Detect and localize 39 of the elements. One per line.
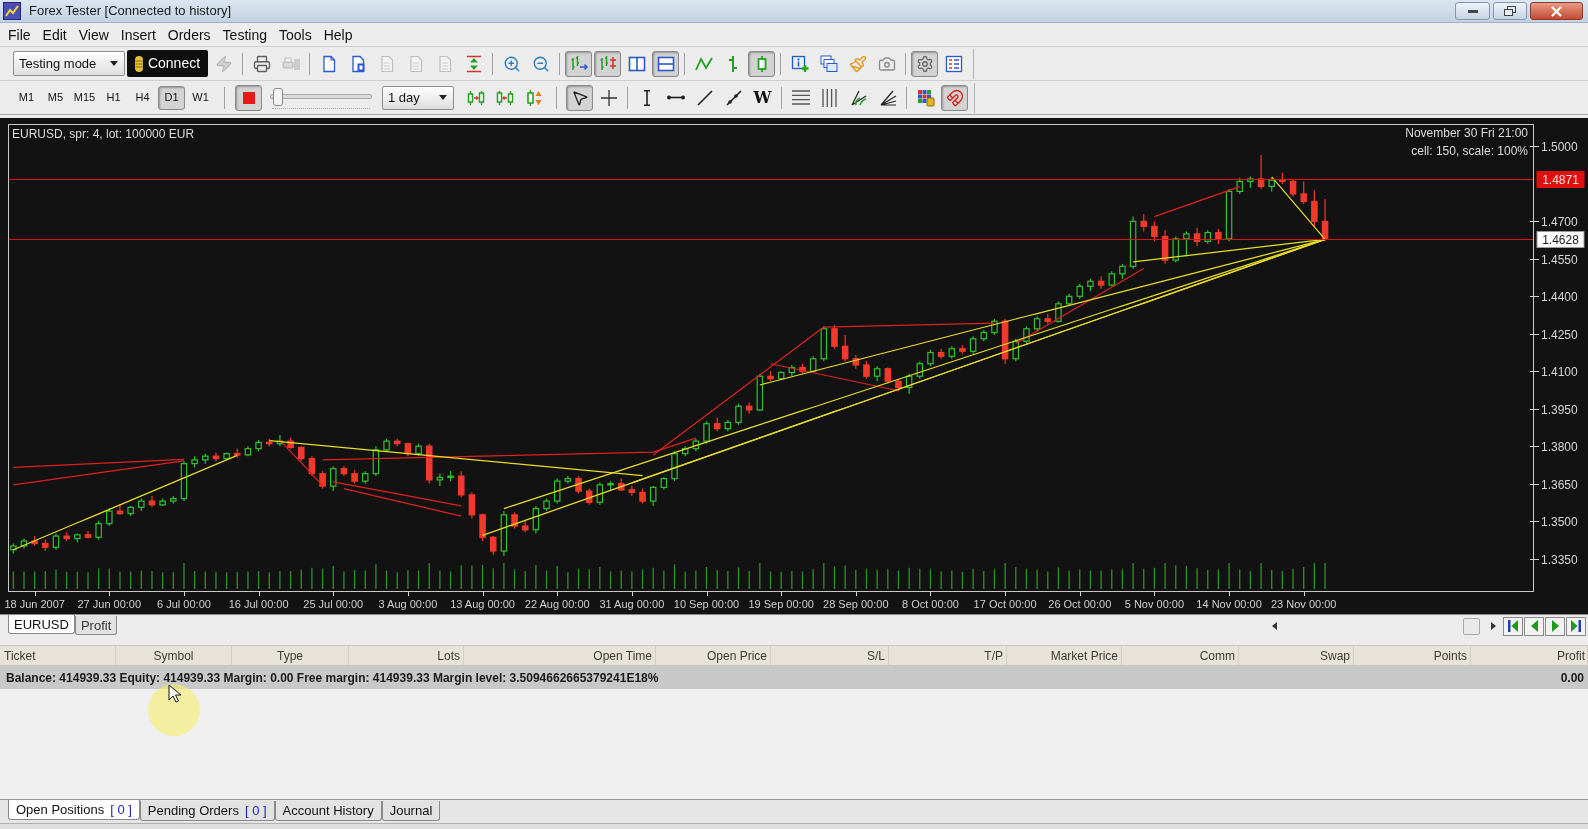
chart-annotation: cell: 150, scale: 100% [1411, 144, 1528, 158]
account-summary: Balance: 414939.33 Equity: 414939.33 Margin: 0.00 Free margin: 414939.33 Margin level: 3.5094662665379241E18% [5, 669, 659, 687]
price-axis-label: 1.4250 [1541, 327, 1578, 342]
price-axis-label: 1.4550 [1541, 252, 1578, 267]
price-axis-label: 1.3500 [1541, 514, 1578, 529]
time-axis-label: 16 Jul 00:00 [228, 598, 289, 610]
price-axis-label: 1.3800 [1541, 439, 1578, 454]
ref-line-label: 1.4871 [1542, 172, 1580, 187]
time-axis-label: 28 Sep 00:00 [823, 598, 889, 610]
time-axis-label: 14 Nov 00:00 [1196, 598, 1262, 610]
time-axis-label: 5 Nov 00:00 [1124, 598, 1185, 610]
chart-annotation: November 30 Fri 21:00 [1405, 126, 1528, 140]
price-axis-label: 1.3650 [1541, 477, 1578, 492]
time-axis-label: 8 Oct 00:00 [902, 598, 959, 610]
price-axis-label: 1.4400 [1541, 289, 1578, 304]
time-axis-label: 23 Nov 00:00 [1271, 598, 1337, 610]
time-axis-label: 19 Sep 00:00 [748, 598, 814, 610]
price-axis-label: 1.3950 [1541, 402, 1578, 417]
price-axis-label: 1.4700 [1541, 214, 1578, 229]
time-axis-label: 10 Sep 00:00 [673, 598, 740, 610]
price-tag: 1.4628 [1536, 231, 1585, 248]
time-axis-label: 31 Aug 00:00 [599, 598, 665, 610]
time-axis-label: 3 Aug 00:00 [378, 598, 438, 610]
time-axis-label: 25 Jul 00:00 [303, 598, 364, 610]
chart-title: EURUSD, spr: 4, lot: 100000 EUR [12, 127, 195, 141]
time-axis-label: 27 Jun 00:00 [77, 598, 142, 610]
time-axis-label: 26 Oct 00:00 [1048, 598, 1112, 610]
price-axis-label: 1.4100 [1541, 364, 1578, 379]
profit-total: 0.00 [1560, 669, 1585, 687]
time-axis-label: 18 Jun 2007 [4, 598, 65, 610]
time-axis-label: 13 Aug 00:00 [450, 598, 515, 610]
price-tag: 1.4871 [1536, 171, 1585, 188]
price-axis-label: 1.5000 [1541, 139, 1578, 154]
time-axis-label: 6 Jul 00:00 [157, 598, 211, 610]
price-axis-label: 1.3350 [1541, 552, 1578, 567]
window-title: Forex Tester [Connected to history] [29, 2, 232, 21]
time-axis-label: 17 Oct 00:00 [973, 598, 1037, 610]
time-axis-label: 22 Aug 00:00 [524, 598, 590, 610]
ref-line-label: 1.4628 [1542, 232, 1580, 247]
